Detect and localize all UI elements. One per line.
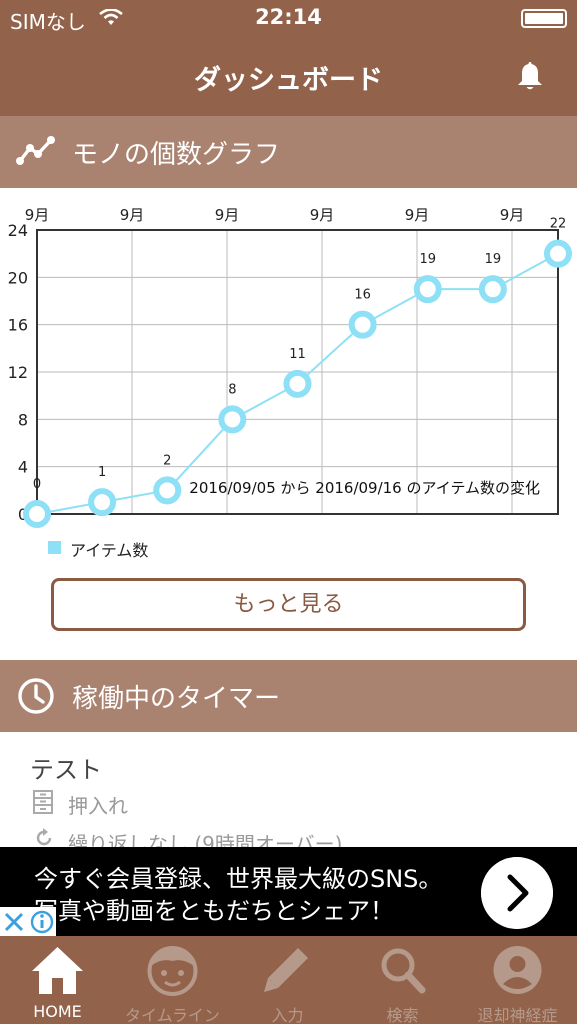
data-point: [88, 488, 117, 517]
data-label: 16: [354, 288, 371, 303]
x-tick-label: 9月: [120, 206, 145, 224]
data-point: [218, 405, 247, 434]
y-tick-label: 4: [18, 458, 28, 477]
chart-annotation: 2016/09/05 から 2016/09/16 のアイテム数の変化: [189, 479, 540, 497]
tab-bar: HOME タイムライン 入力 検索 退却神経症: [0, 936, 577, 1025]
data-label: 0: [33, 477, 41, 492]
chevron-right-icon[interactable]: [481, 857, 553, 929]
y-tick-label: 12: [8, 363, 28, 382]
line-chart-icon: [16, 136, 55, 165]
x-tick-label: 9月: [215, 206, 240, 224]
data-point: [23, 500, 51, 528]
timer-place: 押入れ: [68, 794, 128, 818]
tab-label: タイムライン: [125, 1006, 220, 1025]
timer-section-header: 稼働中のタイマー: [0, 660, 577, 732]
y-tick-label: 24: [8, 221, 28, 240]
pencil-icon: [264, 948, 308, 992]
graph-section-header: モノの個数グラフ: [0, 116, 577, 188]
timer-name[interactable]: テスト: [30, 750, 102, 785]
y-tick-label: 20: [8, 268, 28, 287]
tab-profile[interactable]: 退却神経症: [460, 936, 575, 1025]
data-label: 1: [98, 465, 106, 480]
cabinet-icon: [33, 790, 53, 814]
tab-input[interactable]: 入力: [230, 936, 345, 1025]
ad-line-1: 今すぐ会員登録、世界最大級のSNS。: [34, 865, 443, 893]
face-icon: [147, 946, 198, 996]
clock-icon: [18, 678, 54, 714]
tab-search[interactable]: 検索: [345, 936, 460, 1025]
battery-icon: [521, 9, 567, 28]
tab-label: 検索: [386, 1006, 419, 1025]
graph-section-title: モノの個数グラフ: [72, 140, 281, 170]
tab-label: 退却神経症: [477, 1006, 558, 1025]
data-label: 19: [485, 252, 502, 267]
x-tick-label: 9月: [310, 206, 335, 224]
data-label: 8: [228, 382, 236, 397]
ad-close-icon[interactable]: [0, 907, 28, 936]
data-point: [153, 476, 182, 505]
y-tick-label: 16: [8, 316, 28, 335]
nav-bar: ダッシュボード: [0, 36, 577, 116]
tab-label: 入力: [271, 1006, 304, 1025]
data-label: 2: [163, 453, 171, 468]
data-label: 22: [550, 217, 567, 232]
home-icon: [32, 947, 83, 994]
data-label: 11: [289, 347, 306, 362]
data-point: [413, 275, 442, 304]
y-tick-label: 8: [18, 410, 28, 429]
search-icon: [381, 948, 426, 994]
repeat-icon: [36, 828, 52, 846]
item-count-chart: 9月9月9月9月9月9月9月048121620242016/09/05 から 2…: [8, 206, 572, 528]
more-button[interactable]: もっと見る: [51, 578, 526, 631]
timer-section-title: 稼働中のタイマー: [72, 684, 281, 714]
tab-home[interactable]: HOME: [0, 936, 115, 1024]
clock: 22:14: [255, 5, 322, 29]
data-point: [544, 239, 572, 268]
data-point: [283, 369, 312, 398]
ad-line-2: 写真や動画をともだちとシェア！: [34, 897, 394, 925]
ad-banner[interactable]: 今すぐ会員登録、世界最大級のSNS。 写真や動画をともだちとシェア！: [0, 847, 577, 936]
tab-label: HOME: [33, 1002, 82, 1021]
legend-swatch: [48, 541, 61, 554]
data-point: [478, 275, 507, 304]
tab-timeline[interactable]: タイムライン: [115, 936, 230, 1025]
status-bar: SIMなし 22:14: [0, 0, 577, 36]
page-title: ダッシュボード: [194, 65, 383, 96]
data-point: [348, 310, 377, 339]
x-tick-label: 9月: [500, 206, 525, 224]
user-icon: [493, 946, 542, 994]
data-label: 19: [419, 252, 436, 267]
x-tick-label: 9月: [405, 206, 430, 224]
ad-info-icon[interactable]: [28, 907, 56, 936]
bell-icon[interactable]: [516, 60, 544, 92]
x-tick-label: 9月: [25, 206, 50, 224]
legend-label: アイテム数: [70, 541, 149, 560]
